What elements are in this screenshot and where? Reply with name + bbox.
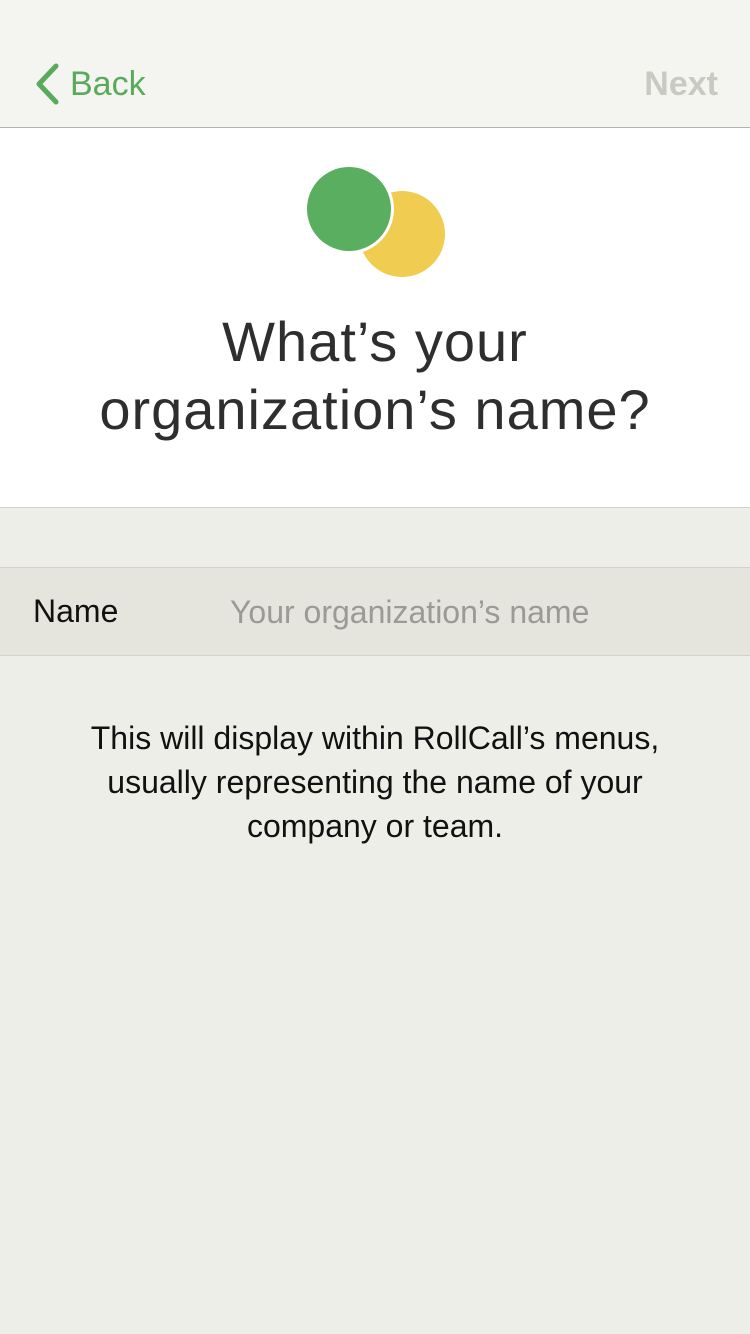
name-form-row: Name: [0, 567, 750, 656]
name-field-label: Name: [33, 593, 119, 629]
header-panel: What’s your organization’s name?: [0, 128, 750, 508]
page-title: What’s your organization’s name?: [0, 308, 750, 444]
chevron-left-icon: [36, 63, 59, 105]
back-button-label: Back: [70, 65, 146, 103]
organization-name-input[interactable]: [230, 582, 730, 642]
helper-text: This will display within RollCall’s menu…: [50, 716, 700, 848]
page-title-line-1: What’s your: [222, 310, 528, 373]
back-button[interactable]: Back: [34, 58, 146, 110]
rollcall-logo-icon: [304, 164, 445, 277]
page-title-line-2: organization’s name?: [99, 378, 651, 441]
helper-text-line-2: usually representing the name of your: [107, 764, 643, 800]
helper-text-line-3: company or team.: [246, 808, 504, 844]
next-button[interactable]: Next: [644, 58, 718, 110]
navigation-bar: Back Next: [0, 0, 750, 128]
helper-text-line-1: This will display within RollCall’s menu…: [90, 720, 660, 756]
